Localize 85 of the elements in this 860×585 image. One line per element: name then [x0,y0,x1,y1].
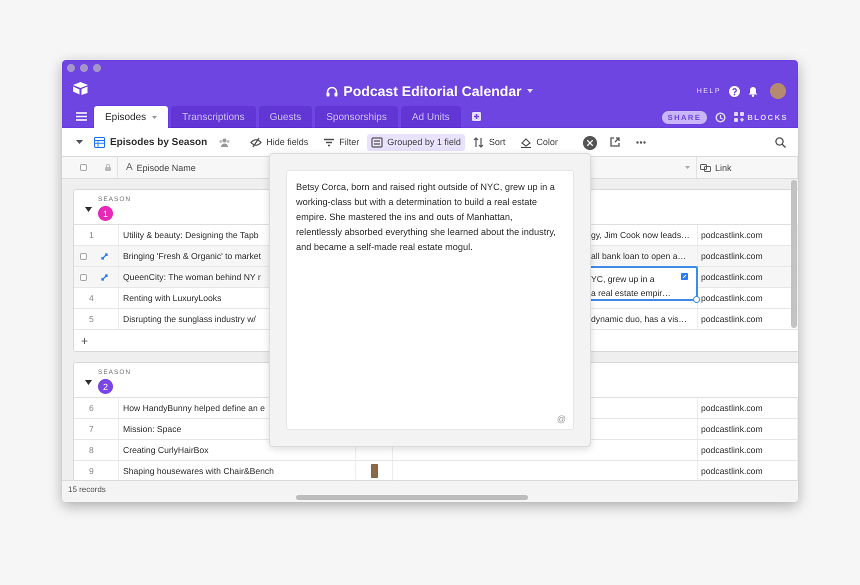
more-icon[interactable] [636,140,646,144]
view-name[interactable]: Episodes by Season [110,136,208,148]
row-number: 5 [88,314,94,324]
expand-view-icon[interactable] [610,137,620,147]
link-text[interactable]: podcastlink.com [701,403,763,413]
long-text-field[interactable] [286,170,574,430]
vertical-scrollbar[interactable] [791,180,797,328]
collapse-caret-icon[interactable] [85,207,92,214]
link-text[interactable]: podcastlink.com [701,251,763,261]
caret-icon [152,116,158,118]
close-icon [587,140,593,146]
grid-view-icon [94,136,105,148]
episode-name[interactable]: Utility & beauty: Designing the Tapb [123,230,259,240]
episode-name[interactable]: Mission: Space [123,424,182,434]
logo-icon [73,82,88,95]
notes-text: dynamic duo, has a vis… [591,314,688,324]
column-header[interactable]: Link [715,162,732,172]
tab[interactable]: Transcriptions [171,106,256,128]
link-text[interactable]: podcastlink.com [701,293,763,303]
link-text[interactable]: podcastlink.com [701,466,763,476]
caret-icon[interactable] [526,89,533,93]
column-header[interactable]: Episode Name [136,162,196,172]
add-row-button[interactable]: + [81,334,88,348]
row-number: 1 [88,230,94,240]
row-number: 7 [88,424,94,434]
toolbar-button[interactable]: Sort [468,134,510,150]
toolbar-button[interactable]: Filter [319,134,364,150]
group-badge: 2 [98,379,113,394]
link-text[interactable]: podcastlink.com [701,272,763,282]
collapse-caret-icon[interactable] [85,380,92,387]
link-text[interactable]: podcastlink.com [701,314,763,324]
record-count: 15 records [68,485,106,494]
toolbar-button[interactable]: Color [516,134,562,150]
episode-name[interactable]: Shaping housewares with Chair&Bench [123,466,274,476]
headphones-icon [326,86,338,96]
toolbar-button[interactable]: Grouped by 1 field [367,134,465,150]
episode-name[interactable]: How HandyBunny helped define an e [123,403,265,413]
select-all-checkbox[interactable] [80,164,87,171]
search-icon[interactable] [775,136,786,148]
notes-text: gy, Jim Cook now leads… [591,230,690,240]
episode-name[interactable]: QueenCity: The woman behind NY r [123,272,261,282]
sort-icon [472,136,485,148]
row-number: 6 [88,403,94,413]
expand-cell-icon[interactable] [681,273,688,280]
tab[interactable]: Ad Units [400,106,461,128]
paint-bucket-icon [520,136,532,148]
filter-icon [323,136,336,148]
blocks-icon [734,112,744,122]
bell-icon[interactable] [748,86,758,96]
notes-text: all bank loan to open a… [591,251,686,261]
tab[interactable]: Guests [258,106,312,128]
group-badge: 1 [98,206,113,221]
caret-icon[interactable] [76,140,83,144]
add-tab-icon[interactable] [472,112,481,121]
long-text: Betsy Corca, born and raised right outside of NYC, grew up in a working-class but with a determination to build a real estate empire. She mastered the ins and outs of Manhattan, relentlessly absorbed everything she learned about the industry, and became a self-made real estate mogul. [296,181,557,254]
tab[interactable]: Episodes [94,106,168,128]
photo-thumbnail[interactable] [370,464,378,478]
help-icon[interactable] [729,86,740,96]
row-number: 9 [88,466,94,476]
eye-slash-icon [250,136,262,148]
base-title: Podcast Editorial Calendar [343,83,522,99]
link-text[interactable]: podcastlink.com [701,424,763,434]
resize-handle[interactable] [693,296,700,303]
field-type-icon: A [126,162,133,173]
history-icon[interactable] [715,112,726,122]
row-checkbox[interactable] [80,274,87,280]
episode-name[interactable]: Creating CurlyHairBox [123,445,208,455]
link-text[interactable]: podcastlink.com [701,445,763,455]
lock-icon [105,164,111,171]
link-field-icon [700,164,711,172]
episode-name[interactable]: Bringing 'Fresh & Organic' to market [123,251,261,261]
group-icon [371,136,384,148]
people-icon[interactable] [219,138,230,146]
episode-name[interactable]: Disrupting the sunglass industry w/ [123,314,256,324]
expand-record-icon[interactable] [101,274,108,280]
row-number: 8 [88,445,94,455]
row-number: 4 [88,293,94,303]
expand-record-icon[interactable] [101,252,108,260]
toolbar-button[interactable]: Hide fields [246,134,312,150]
link-text[interactable]: podcastlink.com [701,230,763,240]
menu-icon[interactable] [76,112,87,121]
episode-name[interactable]: Renting with LuxuryLooks [123,293,222,303]
tab[interactable]: Sponsorships [315,106,398,128]
row-checkbox[interactable] [80,252,87,260]
horizontal-scrollbar[interactable] [296,495,528,500]
